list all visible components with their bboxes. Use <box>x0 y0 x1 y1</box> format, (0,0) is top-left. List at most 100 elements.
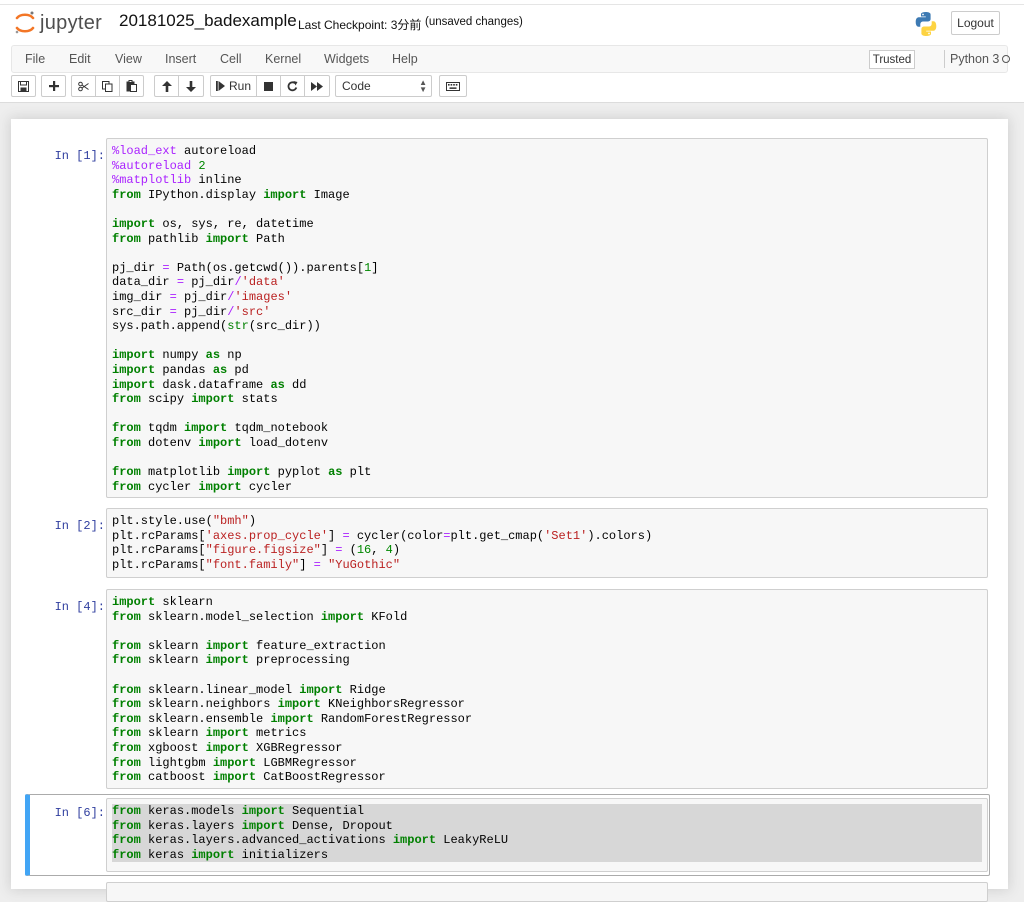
restart-button[interactable] <box>280 75 305 97</box>
code-input[interactable] <box>106 882 988 902</box>
save-button[interactable] <box>11 75 36 97</box>
code-cell-2[interactable]: In [2]: plt.style.use("bmh") plt.rcParams… <box>25 508 990 578</box>
code-input[interactable]: %load_ext autoreload %autoreload 2 %matplo… <box>106 138 988 498</box>
arrow-down-icon <box>186 80 196 92</box>
code-line[interactable]: from keras.layers import Dense, Dropout <box>112 818 982 834</box>
run-button[interactable]: Run <box>210 75 257 97</box>
code-line[interactable] <box>112 334 378 349</box>
move-down-button[interactable] <box>178 75 204 97</box>
code-text[interactable]: from keras.models import Sequential from … <box>112 804 982 863</box>
trusted-badge[interactable]: Trusted <box>869 50 915 69</box>
notebook-name[interactable]: 20181025_badexample <box>119 11 297 31</box>
code-cell-3[interactable]: In [4]: import sklearn from sklearn.model… <box>25 589 990 789</box>
code-line[interactable]: import sklearn <box>112 595 472 610</box>
code-line[interactable]: %autoreload 2 <box>112 159 378 174</box>
code-cell-1[interactable]: In [1]: %load_ext autoreload %autoreload … <box>25 138 990 498</box>
code-input[interactable]: import sklearn from sklearn.model_selecti… <box>106 589 988 789</box>
code-line[interactable]: from sklearn.ensemble import RandomFores… <box>112 712 472 727</box>
code-line[interactable] <box>112 202 378 217</box>
code-line[interactable]: import numpy as np <box>112 348 378 363</box>
code-line[interactable]: src_dir = pj_dir/'src' <box>112 305 378 320</box>
code-line[interactable]: from cycler import cycler <box>112 480 378 495</box>
cell-prompt: In [4]: <box>54 600 105 614</box>
code-line[interactable]: from sklearn import metrics <box>112 726 472 741</box>
code-line[interactable]: data_dir = pj_dir/'data' <box>112 275 378 290</box>
code-line[interactable] <box>112 624 472 639</box>
select-arrows-icon: ▲ ▼ <box>419 78 427 94</box>
menu-file[interactable]: File <box>25 52 45 66</box>
command-palette-button[interactable] <box>439 75 467 97</box>
run-all-button[interactable] <box>304 75 330 97</box>
move-up-button[interactable] <box>154 75 179 97</box>
code-line[interactable]: plt.rcParams["figure.figsize"] = (16, 4) <box>112 543 652 558</box>
code-cell-4-selected[interactable]: In [6]: from keras.models import Sequent… <box>25 794 990 876</box>
jupyter-logo[interactable]: jupyter <box>14 9 102 37</box>
code-line[interactable]: plt.rcParams['axes.prop_cycle'] = cycler… <box>112 529 652 544</box>
copy-button[interactable] <box>95 75 120 97</box>
cut-button[interactable] <box>71 75 96 97</box>
code-line[interactable] <box>112 450 378 465</box>
cell-type-select[interactable]: Code ▲ ▼ <box>335 75 432 97</box>
code-line[interactable]: from dotenv import load_dotenv <box>112 436 378 451</box>
code-line[interactable]: import pandas as pd <box>112 363 378 378</box>
fast-forward-icon <box>311 81 323 91</box>
code-line[interactable] <box>112 246 378 261</box>
paste-icon <box>126 80 137 92</box>
code-line[interactable]: %matplotlib inline <box>112 173 378 188</box>
menu-insert[interactable]: Insert <box>165 52 196 66</box>
code-line[interactable]: from sklearn.neighbors import KNeighbors… <box>112 697 472 712</box>
header-bar: jupyter 20181025_badexample Last Checkpo… <box>0 0 1024 44</box>
code-text[interactable]: %load_ext autoreload %autoreload 2 %matplo… <box>112 144 378 494</box>
code-line[interactable]: from keras.layers.advanced_activations i… <box>112 833 982 848</box>
code-line[interactable] <box>112 668 472 683</box>
code-input[interactable]: from keras.models import Sequential from … <box>106 798 988 872</box>
menubar: File Edit View Insert Cell Kernel Widget… <box>11 45 1010 73</box>
kernel-idle-indicator <box>1002 55 1010 63</box>
code-line[interactable]: from sklearn import preprocessing <box>112 653 472 668</box>
code-line[interactable]: pj_dir = Path(os.getcwd()).parents[1] <box>112 261 378 276</box>
code-line[interactable]: %load_ext autoreload <box>112 144 378 159</box>
jupyter-logo-icon <box>15 11 35 34</box>
code-line[interactable]: from keras import initializers <box>112 847 982 863</box>
interrupt-button[interactable] <box>256 75 281 97</box>
code-line[interactable]: from catboost import CatBoostRegressor <box>112 770 472 785</box>
code-line[interactable]: from keras.models import Sequential <box>112 804 982 819</box>
step-forward-icon <box>215 81 225 91</box>
code-line[interactable]: plt.style.use("bmh") <box>112 514 652 529</box>
unsaved-status: (unsaved changes) <box>425 16 523 28</box>
insert-cell-button[interactable] <box>41 75 66 97</box>
menu-kernel[interactable]: Kernel <box>265 52 301 66</box>
code-line[interactable]: from matplotlib import pyplot as plt <box>112 465 378 480</box>
menu-edit[interactable]: Edit <box>69 52 91 66</box>
menu-widgets[interactable]: Widgets <box>324 52 369 66</box>
code-line[interactable]: import dask.dataframe as dd <box>112 378 378 393</box>
code-line[interactable]: from IPython.display import Image <box>112 188 378 203</box>
stop-icon <box>264 81 273 91</box>
paste-button[interactable] <box>119 75 144 97</box>
code-text[interactable]: plt.style.use("bmh") plt.rcParams['axes.p… <box>112 514 652 572</box>
code-line[interactable]: from sklearn.linear_model import Ridge <box>112 683 472 698</box>
menu-help[interactable]: Help <box>392 52 418 66</box>
kernel-name[interactable]: Python 3 <box>950 52 999 66</box>
menu-view[interactable]: View <box>115 52 142 66</box>
toolbar: Run Code ▲ ▼ <box>0 75 1024 99</box>
code-line[interactable]: img_dir = pj_dir/'images' <box>112 290 378 305</box>
code-input[interactable]: plt.style.use("bmh") plt.rcParams['axes.p… <box>106 508 988 578</box>
plus-icon <box>48 81 59 91</box>
code-line[interactable]: from sklearn.model_selection import KFol… <box>112 610 472 625</box>
code-line[interactable]: from tqdm import tqdm_notebook <box>112 421 378 436</box>
cell-prompt: In [6]: <box>54 806 105 820</box>
code-line[interactable]: from scipy import stats <box>112 392 378 407</box>
logout-button[interactable]: Logout <box>951 11 1000 35</box>
code-line[interactable]: from sklearn import feature_extraction <box>112 639 472 654</box>
code-line[interactable]: from pathlib import Path <box>112 232 378 247</box>
code-text[interactable]: import sklearn from sklearn.model_selecti… <box>112 595 472 785</box>
code-line[interactable]: from lightgbm import LGBMRegressor <box>112 756 472 771</box>
code-line[interactable]: from xgboost import XGBRegressor <box>112 741 472 756</box>
code-line[interactable] <box>112 407 378 422</box>
code-line[interactable]: import os, sys, re, datetime <box>112 217 378 232</box>
code-line[interactable]: sys.path.append(str(src_dir)) <box>112 319 378 334</box>
copy-icon <box>102 80 113 92</box>
menu-cell[interactable]: Cell <box>220 52 242 66</box>
code-line[interactable]: plt.rcParams["font.family"] = "YuGothic" <box>112 558 652 573</box>
